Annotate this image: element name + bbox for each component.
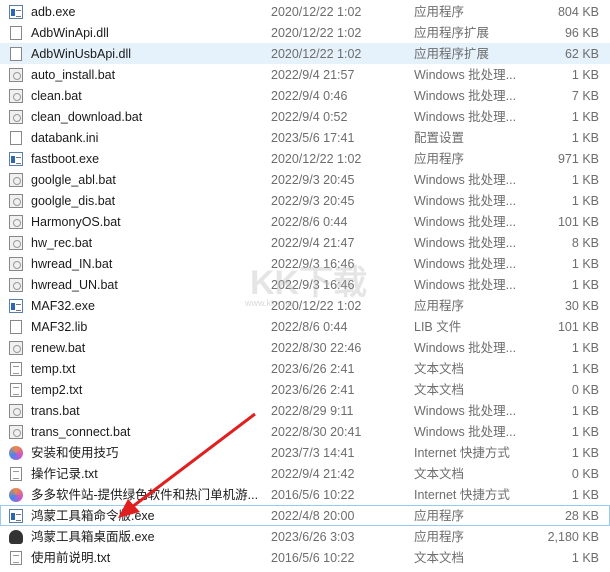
annotation-arrow	[118, 412, 256, 518]
arrow-shaft	[131, 412, 256, 509]
